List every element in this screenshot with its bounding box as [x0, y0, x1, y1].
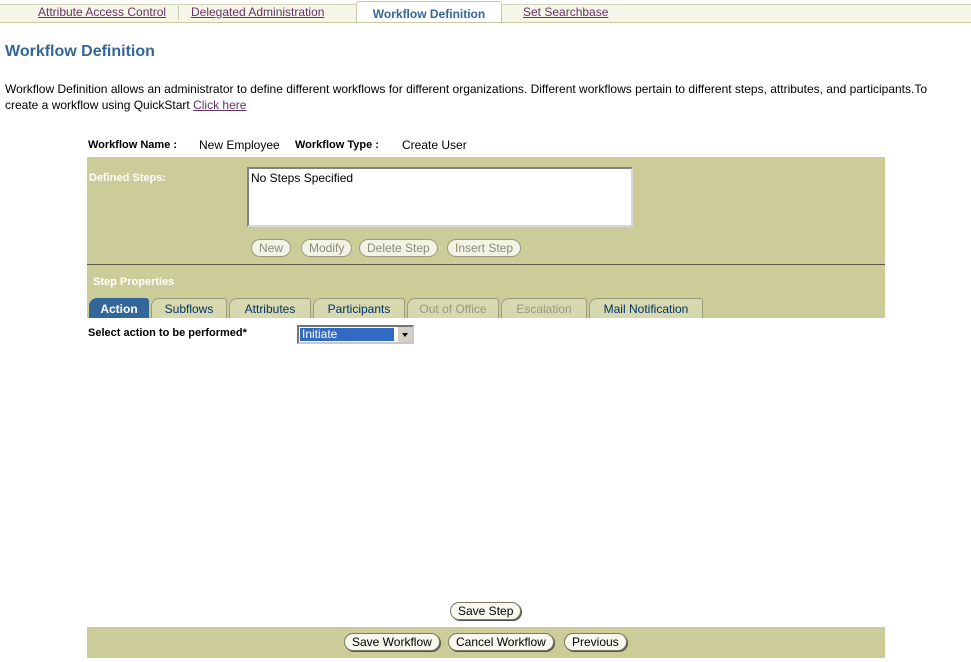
tab-set-searchbase[interactable]: Set Searchbase [515, 4, 616, 21]
top-tab-bar: Attribute Access Control Delegated Admin… [0, 0, 971, 24]
workflow-name-value: New Employee [199, 138, 280, 152]
quickstart-link[interactable]: Click here [193, 98, 246, 112]
action-select-label: Select action to be performed* [88, 327, 247, 339]
tab-subflows[interactable]: Subflows [151, 298, 227, 318]
defined-steps-panel: Defined Steps: No Steps Specified New Mo… [87, 157, 885, 264]
save-step-button[interactable]: Save Step [450, 602, 522, 620]
tab-participants[interactable]: Participants [313, 298, 405, 318]
step-properties-panel: Step Properties Action Subflows Attribut… [87, 265, 885, 318]
action-select[interactable]: Initiate [297, 325, 414, 344]
description-text: Workflow Definition allows an administra… [5, 82, 928, 112]
tab-workflow-definition[interactable]: Workflow Definition [356, 1, 502, 22]
tab-attribute-access-control[interactable]: Attribute Access Control [30, 4, 174, 21]
page-title: Workflow Definition [5, 43, 155, 60]
delete-step-button[interactable]: Delete Step [359, 239, 438, 257]
cancel-workflow-button[interactable]: Cancel Workflow [448, 633, 554, 651]
tab-delegated-administration[interactable]: Delegated Administration [183, 4, 332, 21]
tab-mail-notification[interactable]: Mail Notification [589, 298, 703, 318]
workflow-type-value: Create User [402, 138, 467, 152]
save-workflow-button[interactable]: Save Workflow [344, 633, 440, 651]
defined-steps-list[interactable]: No Steps Specified [247, 167, 633, 227]
tab-action[interactable]: Action [89, 298, 149, 318]
defined-steps-label: Defined Steps: [89, 172, 167, 184]
tab-escalation: Escalation [501, 298, 587, 318]
steps-list-item: No Steps Specified [251, 171, 354, 185]
workflow-name-label: Workflow Name : [88, 139, 178, 151]
new-step-button[interactable]: New [251, 239, 292, 257]
page-description: Workflow Definition allows an administra… [5, 81, 935, 113]
step-properties-title: Step Properties [93, 276, 175, 288]
action-select-value: Initiate [299, 327, 395, 342]
modify-step-button[interactable]: Modify [301, 239, 353, 257]
workflow-type-label: Workflow Type : [295, 139, 379, 151]
chevron-down-icon[interactable] [397, 327, 412, 342]
tab-separator [178, 6, 179, 20]
tab-attributes[interactable]: Attributes [229, 298, 311, 318]
previous-button[interactable]: Previous [564, 633, 627, 651]
tab-out-of-office: Out of Office [407, 298, 499, 318]
insert-step-button[interactable]: Insert Step [447, 239, 522, 257]
